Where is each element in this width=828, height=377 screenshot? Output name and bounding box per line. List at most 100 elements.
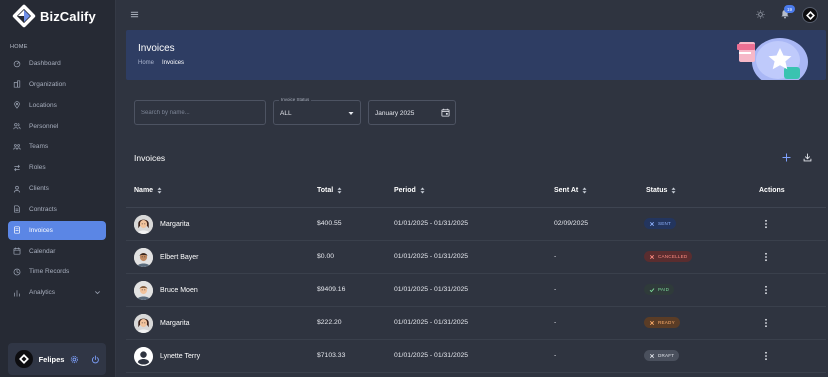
avatar <box>134 248 153 267</box>
status-label: SENT <box>658 221 672 226</box>
download-button[interactable] <box>803 153 812 162</box>
sidebar-nav: Dashboard Organization Locations Personnel T… <box>8 54 106 304</box>
page-header-banner: Invoices Home Invoices <box>126 30 826 80</box>
close-icon <box>649 254 655 259</box>
invoice-status-label: Invoice Status <box>279 97 312 102</box>
roles-icon <box>14 164 20 171</box>
sort-icon <box>582 187 587 194</box>
client-name: Margarita <box>160 221 190 228</box>
clients-icon <box>13 185 21 193</box>
more-actions-icon[interactable] <box>762 285 770 295</box>
brand-name: BizCalify <box>40 8 96 24</box>
power-icon[interactable] <box>91 355 100 364</box>
contracts-icon <box>14 205 20 213</box>
invoices-icon <box>14 226 20 234</box>
account-avatar[interactable] <box>802 7 818 23</box>
period-cell: 01/01/2025 - 01/31/2025 <box>394 352 469 359</box>
theme-toggle-icon[interactable] <box>756 10 765 19</box>
invoice-status-value: ALL <box>280 110 292 117</box>
client-name: Bruce Moen <box>160 287 198 294</box>
sidebar-item-calendar[interactable]: Calendar <box>8 242 106 261</box>
column-header-label: Actions <box>759 187 785 194</box>
breadcrumb-current: Invoices <box>162 60 185 66</box>
sidebar-item-roles[interactable]: Roles <box>8 158 106 177</box>
table-row[interactable]: Lynette Terry $7103.33 01/01/2025 - 01/31/… <box>126 340 826 373</box>
sidebar-item-label: Clients <box>29 185 49 193</box>
calendar-icon <box>13 247 21 255</box>
name-cell: Lynette Terry <box>134 347 200 366</box>
add-invoice-button[interactable] <box>782 153 791 162</box>
column-header-period[interactable]: Period <box>394 187 425 194</box>
user-logo-icon <box>18 354 29 364</box>
sidebar-item-time-records[interactable]: Time Records <box>8 262 106 281</box>
brand[interactable]: BizCalify <box>12 4 96 28</box>
sort-icon <box>671 187 676 194</box>
breadcrumb-home[interactable]: Home <box>138 60 154 66</box>
sidebar-item-dashboard[interactable]: Dashboard <box>8 54 106 73</box>
table-row[interactable]: Elbert Bayer $0.00 01/01/2025 - 01/31/2025… <box>126 241 826 274</box>
sidebar-item-teams[interactable]: Teams <box>8 137 106 156</box>
table-row[interactable]: Margarita $222.20 01/01/2025 - 01/31/2025 -… <box>126 307 826 340</box>
notification-count-badge: 19 <box>784 5 795 13</box>
status-badge: CANCELLED <box>644 251 693 262</box>
sidebar-item-label: Organization <box>29 80 66 88</box>
sidebar-item-organization[interactable]: Organization <box>8 75 106 94</box>
sort-icon <box>420 187 425 194</box>
search-input[interactable] <box>135 101 265 124</box>
close-icon <box>649 221 655 226</box>
chevron-down-icon <box>95 291 100 295</box>
sidebar-item-analytics[interactable]: Analytics <box>8 283 106 302</box>
name-cell: Bruce Moen <box>134 281 198 300</box>
avatar <box>134 215 153 234</box>
column-header-name[interactable]: Name <box>134 187 162 194</box>
column-header-label: Status <box>646 187 668 194</box>
table-title: Invoices <box>134 153 166 163</box>
column-header-sent-at[interactable]: Sent At <box>554 187 587 194</box>
client-name: Lynette Terry <box>160 353 201 360</box>
sent-at-cell: - <box>554 286 557 293</box>
more-actions-icon[interactable] <box>762 219 770 229</box>
sidebar-item-personnel[interactable]: Personnel <box>8 117 106 136</box>
nav-section-label: HOME <box>10 44 28 50</box>
client-name: Elbert Bayer <box>160 254 199 261</box>
column-header-label: Total <box>317 187 334 194</box>
sent-at-cell: 02/09/2025 <box>554 220 589 227</box>
sidebar-item-label: Contracts <box>29 205 57 213</box>
more-actions-icon[interactable] <box>762 318 770 328</box>
user-name: Felipes <box>38 354 65 364</box>
column-header-status[interactable]: Status <box>646 187 676 194</box>
name-cell: Margarita <box>134 314 190 333</box>
period-picker[interactable]: January 2025 <box>368 100 456 125</box>
person-placeholder-icon <box>134 347 153 366</box>
calendar-picker-icon[interactable] <box>441 108 450 117</box>
table-body: Margarita $400.55 01/01/2025 - 01/31/2025 0… <box>126 208 826 373</box>
sidebar-item-invoices[interactable]: Invoices <box>8 220 106 240</box>
column-header-total[interactable]: Total <box>317 187 342 194</box>
organization-icon <box>13 80 21 88</box>
period-cell: 01/01/2025 - 01/31/2025 <box>394 220 469 227</box>
invoice-status-select[interactable]: Invoice Status ALL <box>273 97 361 125</box>
location-icon <box>14 101 20 109</box>
more-actions-icon[interactable] <box>762 252 770 262</box>
sidebar-item-label: Roles <box>29 164 46 172</box>
settings-icon[interactable] <box>70 355 79 364</box>
period-value: January 2025 <box>375 110 415 117</box>
personnel-icon <box>13 123 21 130</box>
sidebar-item-label: Calendar <box>29 247 56 255</box>
invoice-illustration-icon <box>737 38 808 80</box>
sidebar-item-contracts[interactable]: Contracts <box>8 200 106 219</box>
avatar <box>134 347 153 366</box>
teams-icon <box>13 143 21 150</box>
sidebar-item-locations[interactable]: Locations <box>8 96 106 115</box>
sidebar-item-label: Analytics <box>29 289 56 297</box>
status-badge: PAID <box>644 284 675 295</box>
total-cell: $9409.16 <box>317 286 346 293</box>
table-row[interactable]: Margarita $400.55 01/01/2025 - 01/31/2025 0… <box>126 208 826 241</box>
table-row[interactable]: Bruce Moen $9409.16 01/01/2025 - 01/31/202… <box>126 274 826 307</box>
sidebar-item-clients[interactable]: Clients <box>8 179 106 198</box>
column-header-label: Sent At <box>554 187 579 194</box>
menu-toggle-icon[interactable] <box>130 10 139 19</box>
more-actions-icon[interactable] <box>762 351 770 361</box>
search-field <box>134 100 266 125</box>
user-avatar[interactable] <box>15 350 33 368</box>
